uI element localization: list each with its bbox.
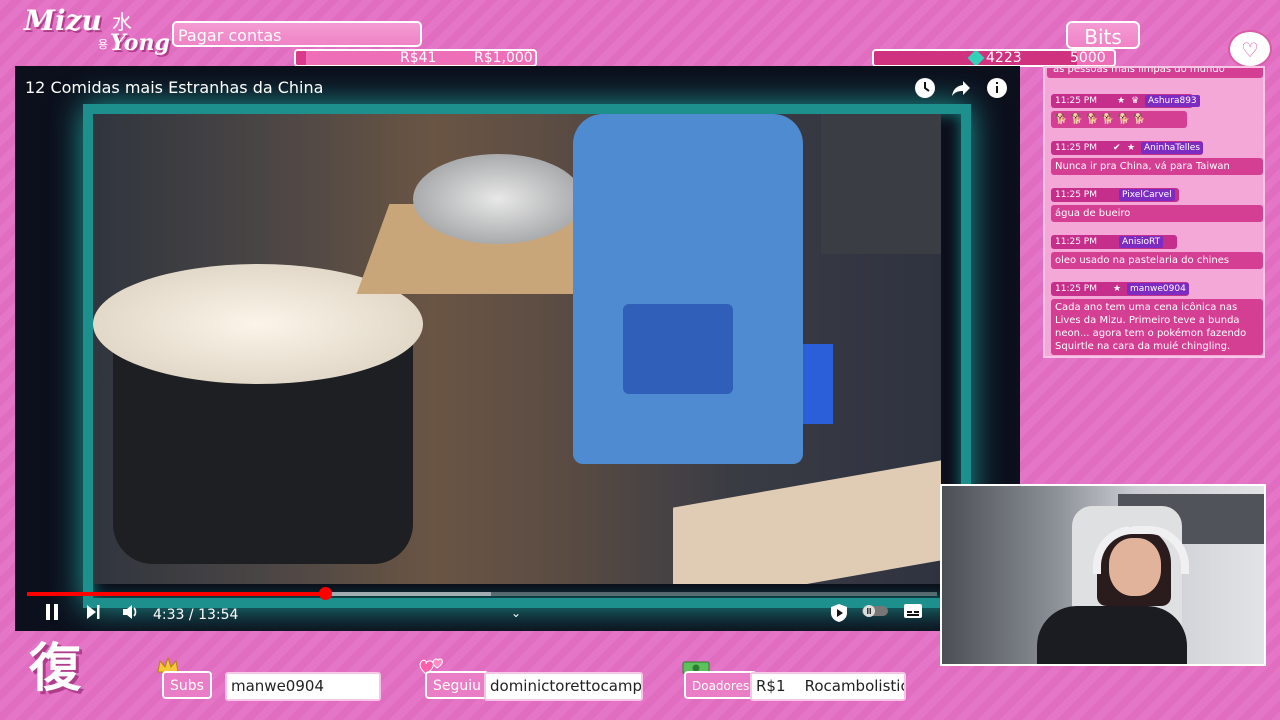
check-badge-icon: ✔ [1113,143,1121,153]
share-arrow-icon[interactable] [950,77,972,99]
video-title[interactable]: 12 Comidas mais Estranhas da China [25,78,323,97]
star-badge-icon: ★ [1127,143,1136,153]
chat-message-text: 🐕 🐕 🐕 🐕 🐕 🐕 [1051,111,1187,128]
star-badge-icon: ★ [1117,96,1126,106]
video-top-actions [914,77,1008,99]
video-progress-bar[interactable] [27,587,937,600]
video-time-current: 4:33 [153,607,185,623]
chat-message: 11:25 PM ★ ♛ Ashura893 🐕 🐕 🐕 🐕 🐕 🐕 [1051,94,1263,128]
follow-value: dominictorettocamp [484,672,643,701]
chat-username[interactable]: manwe0904 [1127,283,1189,295]
bits-current: 4223 [986,50,1022,66]
donors-label: Doadores [684,671,758,699]
chat-timestamp: 11:25 PM [1055,96,1097,106]
goal-target: R$1,000 [474,50,533,66]
chat-message-text: Cada ano tem uma cena icônica nas Lives … [1051,299,1263,355]
chat-username[interactable]: AninhaTelles [1141,142,1204,154]
chat-message-header: 11:25 PM ✔ ★ AninhaTelles [1051,141,1204,155]
shield-icon[interactable] [829,603,849,628]
chat-panel[interactable]: as pessoas mais limpas do mundo 11:25 PM… [1043,66,1265,358]
star-badge-icon: ★ [1113,284,1122,294]
goal-progress-bar: R$41 R$1,000 [294,49,537,67]
info-icon[interactable] [986,77,1008,99]
next-icon[interactable] [85,603,101,626]
follow-label: Seguiu [425,671,490,699]
watch-later-clock-icon[interactable] [914,77,936,99]
subs-value: manwe0904 [225,672,381,701]
autoplay-toggle[interactable] [861,603,889,624]
chat-message-text: oleo usado na pastelaria do chines [1051,252,1263,269]
crown-badge-icon: ♛ [1131,96,1140,106]
subs-label: Subs [162,671,212,699]
bits-progress-bar: 4223 5000 [872,49,1116,67]
logo-text-yong: Yong [110,30,170,56]
chat-username[interactable]: Ashura893 [1145,95,1200,107]
chat-message-header: 11:25 PM AnisioRT [1051,235,1177,249]
kanji-emblem: 復 [28,639,81,699]
chat-message: 11:25 PM PixelCarvel água de bueiro [1051,188,1263,222]
chat-message-clipped: as pessoas mais limpas do mundo [1047,68,1263,78]
webcam-feed [940,484,1266,666]
chat-message: 11:25 PM ✔ ★ AninhaTelles Nunca ir pra C… [1051,141,1263,175]
video-cook-apron [573,114,803,464]
goal-progress-fill [296,51,306,65]
bits-target: 5000 [1070,50,1106,66]
headphones-icon [1093,526,1189,574]
goal-current: R$41 [400,50,437,66]
chat-message-text: Nunca ir pra China, vá para Taiwan [1051,158,1263,175]
chat-message-header: 11:25 PM PixelCarvel [1051,188,1179,202]
chevron-down-icon[interactable]: ⌄ [511,603,521,623]
chat-message: 11:25 PM ★ manwe0904 Cada ano tem uma ce… [1051,282,1263,355]
logo-kanji-small: 용 [98,38,109,51]
video-metal-bowl [413,154,583,244]
chat-message-text: água de bueiro [1051,205,1263,222]
heart-bubble-icon: ♡ [1228,30,1272,68]
chat-timestamp: 11:25 PM [1055,237,1097,247]
bits-title: Bits [1066,21,1140,49]
chat-message: 11:25 PM AnisioRT oleo usado na pastelar… [1051,235,1263,269]
chat-message-header: 11:25 PM ★ ♛ Ashura893 [1051,94,1200,108]
webcam-streamer [1037,526,1189,664]
volume-icon[interactable] [121,603,139,626]
video-time-total: 13:54 [198,607,239,623]
video-played [27,592,325,596]
chat-timestamp: 11:25 PM [1055,143,1097,153]
video-food-tray [673,460,941,584]
chat-timestamp: 11:25 PM [1055,190,1097,200]
pause-icon[interactable] [45,603,59,626]
video-apron-pocket [623,304,733,394]
chat-username[interactable]: PixelCarvel [1119,189,1175,201]
goal-title: Pagar contas [172,21,422,47]
donors-value: R$1 Rocambolistico [750,672,906,701]
subtitles-icon[interactable] [903,603,923,624]
webcam-streamer-shirt [1037,606,1187,664]
channel-logo: Mizu 水 용 Yong [24,4,174,62]
chat-timestamp: 11:25 PM [1055,284,1097,294]
video-controls: 4:33 / 13:54 ⌄ [15,599,1020,629]
video-time: 4:33 / 13:54 [153,607,239,623]
chat-username[interactable]: AnisioRT [1119,236,1164,248]
video-frame[interactable] [93,114,941,584]
video-player[interactable]: 12 Comidas mais Estranhas da China 4:33 … [15,66,1020,631]
video-background-shelf [821,114,941,254]
logo-text-mizu: Mizu [24,4,102,37]
chat-message-header: 11:25 PM ★ manwe0904 [1051,282,1189,296]
